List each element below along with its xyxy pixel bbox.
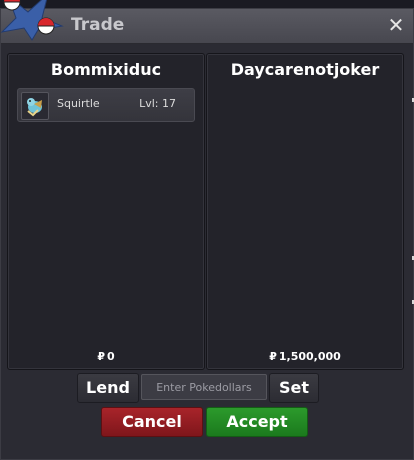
accept-button[interactable]: Accept — [206, 407, 308, 437]
my-offer-panel: Bommixiduc Squirtle Lvl: 17 ₽0 — [7, 53, 205, 370]
pokedollar-symbol: ₽ — [269, 350, 277, 363]
partner-money-amount: 1,500,000 — [278, 350, 341, 363]
item-name: Squirtle — [57, 97, 100, 110]
item-level: Lvl: 17 — [139, 97, 176, 110]
my-player-name: Bommixiduc — [50, 60, 162, 79]
close-icon[interactable]: ✕ — [385, 12, 407, 38]
my-money: ₽0 — [8, 350, 204, 363]
set-button[interactable]: Set — [269, 373, 319, 403]
money-controls: Lend Set — [1, 373, 413, 403]
lend-button[interactable]: Lend — [77, 373, 139, 403]
trade-actions: Cancel Accept — [1, 407, 413, 439]
partner-offer-panel: Daycarenotjoker ₽1,500,000 — [206, 53, 404, 370]
cancel-button[interactable]: Cancel — [101, 407, 203, 437]
my-money-amount: 0 — [107, 350, 115, 363]
pokedollars-input[interactable] — [141, 374, 267, 400]
pokedollar-symbol: ₽ — [97, 350, 105, 363]
offer-item-squirtle[interactable]: Squirtle Lvl: 17 — [17, 88, 195, 122]
window-title: Trade — [71, 15, 125, 35]
partner-player-name: Daycarenotjoker — [230, 60, 380, 79]
trade-window: Trade ✕ Bommixiduc Squirtle Lvl: 17 ₽0 D… — [0, 8, 414, 460]
pokeball-logo-icon — [0, 0, 64, 42]
partner-money: ₽1,500,000 — [207, 350, 403, 363]
squirtle-sprite-icon — [21, 92, 49, 120]
